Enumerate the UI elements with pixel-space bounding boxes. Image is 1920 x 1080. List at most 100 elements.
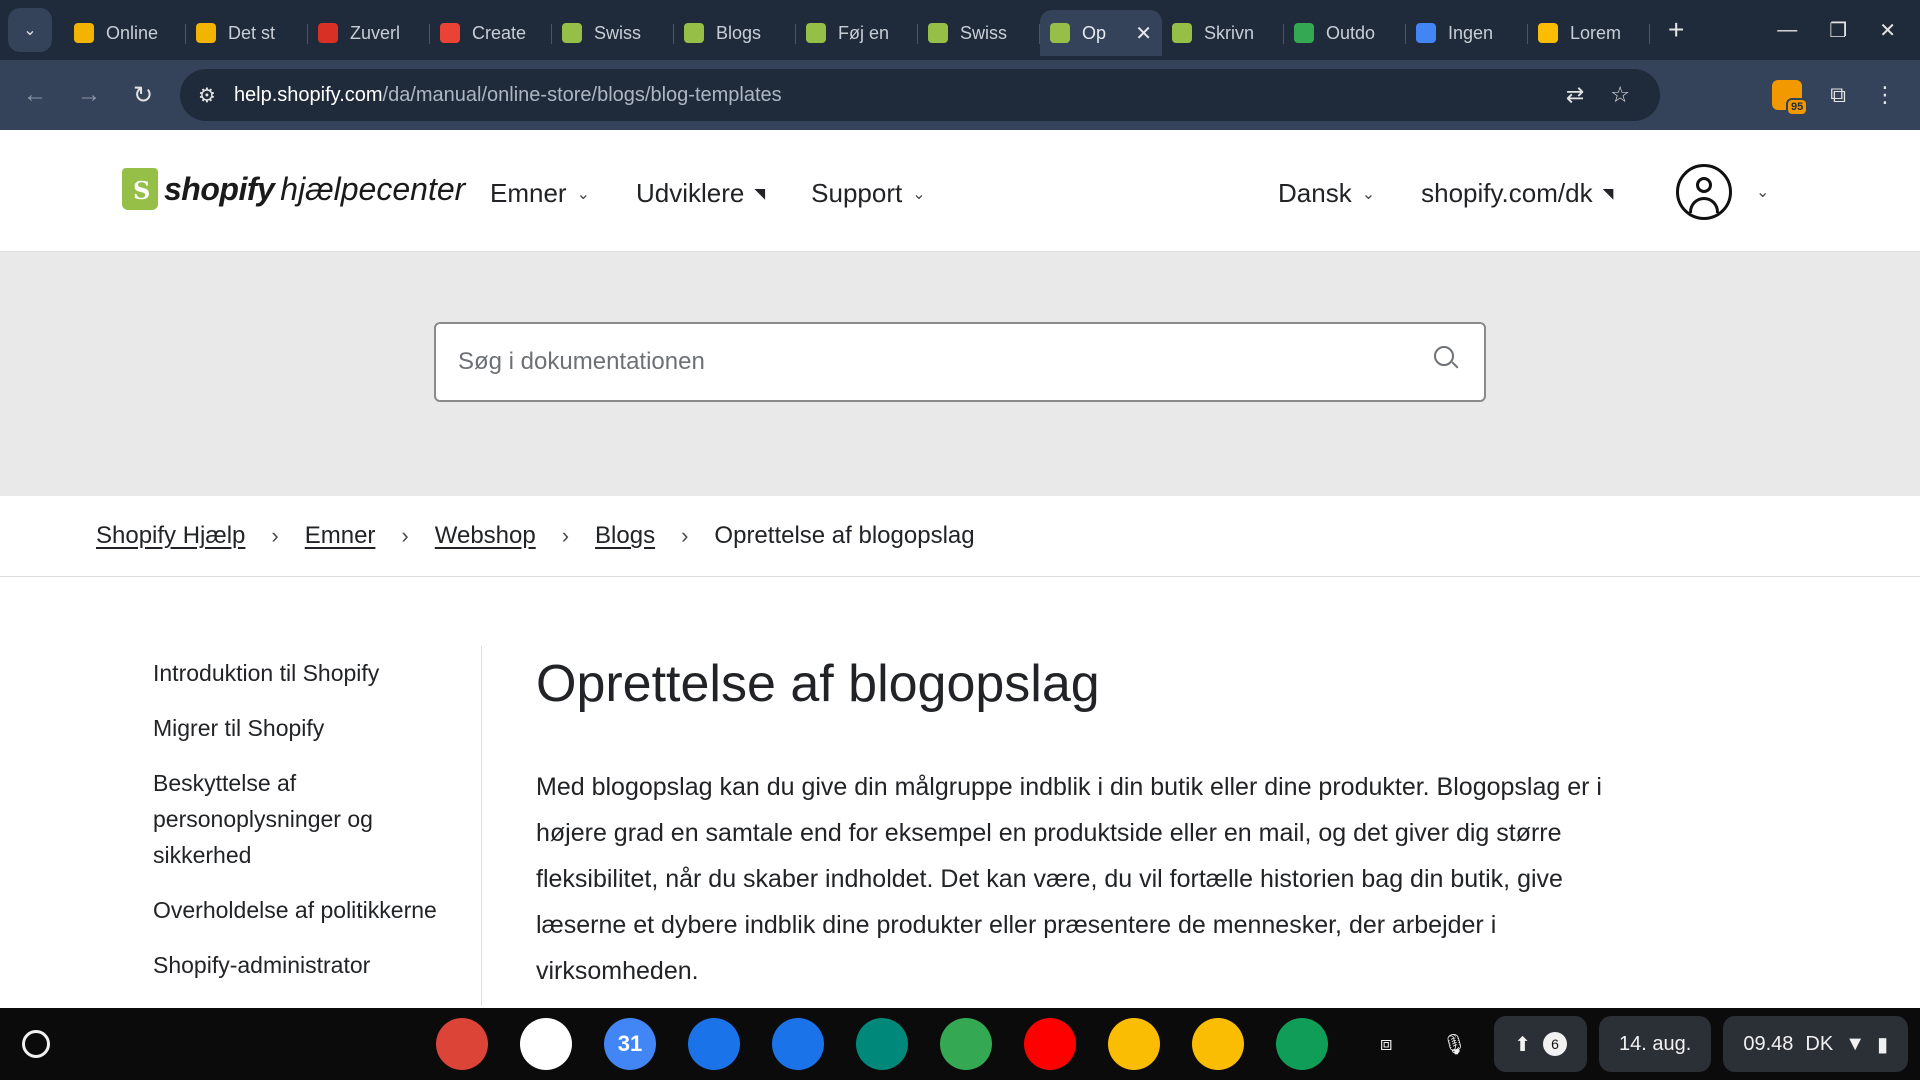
tab-title: Swiss — [960, 22, 1008, 43]
tab-title: Outdo — [1326, 22, 1376, 43]
tab-search-button[interactable]: ⌄ — [8, 8, 52, 52]
shopify-logo[interactable]: shopify hjælpecenter — [122, 168, 465, 210]
chevron-down-icon[interactable]: ⌄ — [1756, 182, 1769, 202]
language-selector[interactable]: Dansk ⌄ — [1278, 178, 1375, 209]
reload-button[interactable]: ↻ — [116, 81, 170, 110]
launcher-icon[interactable] — [22, 1030, 50, 1058]
search-icon[interactable] — [1434, 346, 1454, 366]
browser-tab[interactable]: Blogs — [674, 10, 796, 56]
store-link-label: shopify.com/dk — [1421, 178, 1593, 208]
translate-icon[interactable]: ⇄ — [1566, 82, 1584, 108]
external-link-icon: ◥ — [754, 185, 766, 201]
files-app-icon[interactable] — [688, 1018, 740, 1070]
breadcrumb-emner[interactable]: Emner — [305, 522, 376, 550]
sidebar-item-migrer[interactable]: Migrer til Shopify — [153, 710, 463, 746]
browser-tab[interactable]: Skrivn — [1162, 10, 1284, 56]
battery-icon: ▮ — [1876, 1033, 1888, 1056]
calendar-app-icon[interactable]: 31 — [604, 1018, 656, 1070]
nav-emner[interactable]: Emner ⌄ — [490, 178, 590, 209]
meet-app-icon[interactable] — [856, 1018, 908, 1070]
nav-label: Emner — [490, 178, 567, 208]
tab-title: Op — [1082, 22, 1107, 43]
extension-badge: 95 — [1786, 98, 1809, 116]
status-area[interactable]: 09.48 DK ▼ ▮ — [1723, 1016, 1908, 1072]
nav-support[interactable]: Support ⌄ — [811, 178, 925, 209]
url-text[interactable]: help.shopify.com/da/manual/online-store/… — [234, 84, 782, 107]
browser-tab[interactable]: Online — [64, 10, 186, 56]
microphone-icon[interactable]: 🎙 — [1426, 1016, 1482, 1072]
sidebar-item-overholdelse[interactable]: Overholdelse af politikkerne — [153, 892, 463, 928]
browser-tab[interactable]: Zuverl — [308, 10, 430, 56]
play-store-app-icon[interactable] — [940, 1018, 992, 1070]
search-box — [434, 322, 1486, 402]
forward-button[interactable]: → — [62, 81, 116, 109]
chevron-down-icon: ⌄ — [576, 185, 590, 203]
breadcrumb-webshop[interactable]: Webshop — [435, 522, 536, 550]
favicon-icon — [1538, 23, 1558, 43]
site-header: shopify hjælpecenter Emner ⌄ Udviklere ◥ S… — [0, 130, 1920, 252]
screen-capture-icon[interactable]: ⧈ — [1358, 1016, 1414, 1072]
upload-icon: ⬆ — [1514, 1033, 1532, 1056]
nav-label: Udviklere — [635, 178, 745, 208]
logo-suffix: hjælpecenter — [280, 170, 466, 207]
close-tab-icon[interactable]: ✕ — [1135, 21, 1152, 46]
store-link[interactable]: shopify.com/dk ◥ — [1421, 178, 1613, 209]
favicon-icon — [1416, 23, 1436, 43]
browser-tab[interactable]: Swiss — [552, 10, 674, 56]
account-icon[interactable] — [1676, 164, 1732, 220]
messages-app-icon[interactable] — [772, 1018, 824, 1070]
sidebar: Introduktion til Shopify Migrer til Shop… — [153, 655, 463, 1002]
article-intro: Med blogopslag kan du give din målgruppe… — [536, 773, 1602, 985]
chevron-right-icon: › — [681, 523, 689, 548]
address-bar[interactable]: ⚙ help.shopify.com/da/manual/online-stor… — [180, 69, 1660, 121]
browser-tab[interactable]: Føj en — [796, 10, 918, 56]
browser-tab[interactable]: Ingen — [1406, 10, 1528, 56]
notification-pill[interactable]: ⬆ 6 — [1494, 1016, 1588, 1072]
bookmark-star-icon[interactable]: ☆ — [1610, 82, 1630, 108]
gmail-app-icon[interactable] — [520, 1018, 572, 1070]
url-path: /da/manual/online-store/blogs/blog-templ… — [382, 83, 782, 106]
browser-tab[interactable]: Outdo — [1284, 10, 1406, 56]
photos-app-icon[interactable] — [1108, 1018, 1160, 1070]
search-input[interactable] — [458, 324, 1418, 400]
browser-tab[interactable]: Create — [430, 10, 552, 56]
breadcrumb-blogs[interactable]: Blogs — [595, 522, 655, 550]
extensions-puzzle-icon[interactable]: ⧉ — [1830, 82, 1846, 108]
sidebar-item-introduktion[interactable]: Introduktion til Shopify — [153, 655, 463, 691]
sidebar-item-administrator[interactable]: Shopify-administrator — [153, 947, 463, 983]
nav-udviklere[interactable]: Udviklere ◥ — [636, 178, 765, 209]
site-info-icon[interactable]: ⚙ — [198, 83, 216, 108]
back-button[interactable]: ← — [8, 81, 62, 109]
breadcrumb: Shopify Hjælp › Emner › Webshop › Blogs › Op… — [96, 522, 975, 550]
chrome-app-icon[interactable] — [436, 1018, 488, 1070]
restore-icon[interactable]: ❐ — [1829, 18, 1847, 43]
sheets-app-icon[interactable] — [1276, 1018, 1328, 1070]
chevron-right-icon: › — [561, 523, 570, 548]
favicon-icon — [1050, 23, 1070, 43]
browser-tab[interactable]: Swiss — [918, 10, 1040, 56]
tab-strip: ⌄ Online Det st Zuverl Create Swiss Blogs Føj … — [0, 0, 1920, 60]
language-label: Dansk — [1278, 178, 1352, 208]
close-window-icon[interactable]: ✕ — [1879, 18, 1896, 43]
window-controls: — ❐ ✕ — [1777, 0, 1920, 60]
chevron-right-icon: › — [271, 523, 279, 548]
browser-tab[interactable]: Op ✕ — [1040, 10, 1162, 56]
favicon-icon — [74, 23, 94, 43]
new-tab-button[interactable]: + — [1668, 14, 1684, 46]
search-section — [0, 252, 1920, 496]
browser-tab[interactable]: Det st — [186, 10, 308, 56]
logo-word: shopify — [164, 170, 275, 207]
shopify-bag-icon — [122, 168, 158, 210]
extension-icon[interactable]: 95 — [1772, 80, 1809, 116]
chevron-down-icon: ⌄ — [23, 22, 37, 39]
keep-app-icon[interactable] — [1192, 1018, 1244, 1070]
date-pill[interactable]: 14. aug. — [1599, 1016, 1712, 1072]
browser-tab[interactable]: Lorem — [1528, 10, 1650, 56]
menu-kebab-icon[interactable]: ⋮ — [1874, 82, 1896, 108]
favicon-icon — [1172, 23, 1192, 43]
youtube-app-icon[interactable] — [1024, 1018, 1076, 1070]
sidebar-item-beskyttelse[interactable]: Beskyttelse af personoplysninger og sikk… — [153, 765, 463, 873]
favicon-icon — [806, 23, 826, 43]
minimize-icon[interactable]: — — [1777, 19, 1797, 42]
breadcrumb-shopify-help[interactable]: Shopify Hjælp — [96, 522, 245, 550]
